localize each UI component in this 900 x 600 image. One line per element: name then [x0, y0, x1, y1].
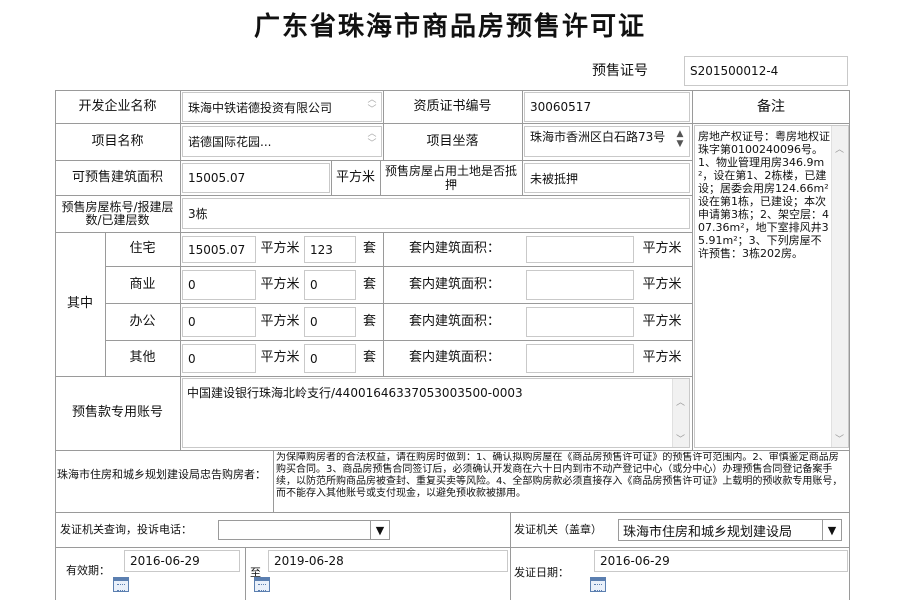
project-value: 诺德国际花园... — [188, 135, 272, 149]
breakdown-inner-field[interactable] — [526, 236, 634, 263]
presale-area-label: 可预售建筑面积 — [71, 169, 163, 185]
notice-label: 珠海市住房和城乡规划建设局忠告购房者： — [57, 468, 266, 481]
issuer-label: 发证机关（盖章） — [514, 523, 602, 536]
breakdown-area-unit: 平方米 — [260, 313, 300, 329]
issue-date-field[interactable]: 2016-06-29 — [594, 550, 848, 572]
breakdown-inner-unit: 平方米 — [642, 276, 682, 292]
breakdown-inner-label: 套内建筑面积： — [408, 313, 500, 329]
page-title: 广东省珠海市商品房预售许可证 — [253, 12, 646, 42]
calendar-icon[interactable] — [113, 577, 129, 592]
breakdown-count-field[interactable]: 123 — [304, 236, 356, 263]
project-label: 项目名称 — [91, 133, 144, 149]
cert-label: 资质证书编号 — [413, 98, 492, 114]
remarks-textarea[interactable]: 房地产权证号：粤房地权证珠字第0100240096号。1、物业管理用房346.9… — [694, 125, 849, 448]
breakdown-count-field[interactable]: 0 — [304, 270, 356, 300]
breakdown-row-name: 商业 — [129, 276, 156, 292]
breakdown-count-unit: 套 — [362, 350, 376, 365]
breakdown-inner-label: 套内建筑面积： — [408, 350, 500, 365]
account-value: 中国建设银行珠海北岭支行/44001646337053003500-0003 — [187, 386, 523, 400]
breakdown-inner-field[interactable] — [526, 270, 634, 300]
breakdown-inner-unit: 平方米 — [642, 241, 682, 256]
hotline-label: 发证机关查询，投诉电话： — [60, 523, 192, 536]
project-field[interactable]: 诺德国际花园... ︿ ﹀ — [182, 126, 382, 157]
account-label: 预售款专用账号 — [71, 405, 163, 420]
breakdown-row-name: 其他 — [129, 350, 156, 365]
breakdown-count-unit: 套 — [362, 241, 376, 256]
mortgage-label: 预售房屋占用土地是否抵押 — [384, 163, 517, 192]
issue-date-label: 发证日期： — [514, 566, 569, 579]
breakdown-area-field[interactable]: 0 — [182, 307, 256, 337]
buildings-label: 预售房屋栋号/报建层数/已建层数 — [61, 199, 174, 227]
breakdown-inner-label: 套内建筑面积： — [408, 276, 500, 292]
hotline-select[interactable]: ▼ — [218, 520, 390, 540]
permit-no-label: 预售证号 — [592, 63, 648, 79]
breakdown-area-unit: 平方米 — [260, 241, 300, 256]
spin-arrows-icon[interactable]: ︿ ﹀ — [366, 129, 378, 151]
validity-from-field[interactable]: 2016-06-29 — [124, 550, 240, 572]
calendar-icon[interactable] — [254, 577, 270, 592]
developer-value: 珠海中铁诺德投资有限公司 — [188, 100, 333, 115]
breakdown-area-field[interactable]: 15005.07 — [182, 236, 256, 263]
location-value: 珠海市香洲区白石路73号 — [530, 129, 666, 144]
chevron-down-icon[interactable]: ▼ — [822, 520, 841, 540]
calendar-icon[interactable] — [590, 577, 606, 592]
validity-to-field[interactable]: 2019-06-28 — [268, 550, 508, 572]
location-label: 项目坐落 — [426, 133, 479, 149]
presale-area-field[interactable]: 15005.07 — [182, 163, 330, 193]
location-field[interactable]: 珠海市香洲区白石路73号 ▲ ▼ — [524, 126, 690, 157]
breakdown-inner-unit: 平方米 — [642, 313, 682, 329]
breakdown-area-field[interactable]: 0 — [182, 270, 256, 300]
breakdown-inner-label: 套内建筑面积： — [408, 241, 500, 256]
breakdown-inner-field[interactable] — [526, 344, 634, 373]
mortgage-field[interactable]: 未被抵押 — [524, 163, 690, 193]
breakdown-row-name: 住宅 — [129, 241, 156, 256]
remarks-scrollbar[interactable]: ︿ ﹀ — [831, 126, 848, 447]
notice-text: 为保障购房者的合法权益，请在购房时做到：1、确认拟购房屋在《商品房预售许可证》的… — [276, 452, 843, 499]
remarks-text: 房地产权证号：粤房地权证珠字第0100240096号。1、物业管理用房346.9… — [698, 130, 830, 260]
breakdown-inner-unit: 平方米 — [642, 350, 682, 365]
breakdown-label: 其中 — [66, 296, 93, 311]
chevron-down-icon[interactable]: ▼ — [370, 521, 389, 539]
account-scrollbar[interactable]: ︿ ﹀ — [672, 379, 689, 447]
breakdown-count-unit: 套 — [362, 313, 376, 329]
breakdown-area-field[interactable]: 0 — [182, 344, 256, 373]
cert-field[interactable]: 30060517 — [524, 92, 690, 122]
breakdown-row-name: 办公 — [129, 313, 156, 329]
breakdown-area-unit: 平方米 — [260, 276, 300, 292]
presale-area-unit: 平方米 — [335, 169, 375, 185]
breakdown-count-field[interactable]: 0 — [304, 344, 356, 373]
remarks-label: 备注 — [757, 98, 785, 115]
issuer-value: 珠海市住房和城乡规划建设局 — [623, 524, 793, 540]
developer-label: 开发企业名称 — [78, 98, 157, 114]
issuer-select[interactable]: 珠海市住房和城乡规划建设局 ▼ — [618, 519, 842, 541]
breakdown-count-unit: 套 — [362, 276, 376, 292]
breakdown-count-field[interactable]: 0 — [304, 307, 356, 337]
developer-field[interactable]: 珠海中铁诺德投资有限公司 ︿ ﹀ — [182, 92, 382, 122]
spin-arrows-icon[interactable]: ▲ ▼ — [674, 129, 686, 151]
breakdown-inner-field[interactable] — [526, 307, 634, 337]
breakdown-area-unit: 平方米 — [260, 350, 300, 365]
permit-no-field[interactable]: S201500012-4 — [684, 56, 848, 86]
buildings-field[interactable]: 3栋 — [182, 198, 690, 229]
spin-arrows-icon[interactable]: ︿ ﹀ — [366, 95, 378, 117]
account-textarea[interactable]: 中国建设银行珠海北岭支行/44001646337053003500-0003 ︿… — [182, 378, 690, 448]
